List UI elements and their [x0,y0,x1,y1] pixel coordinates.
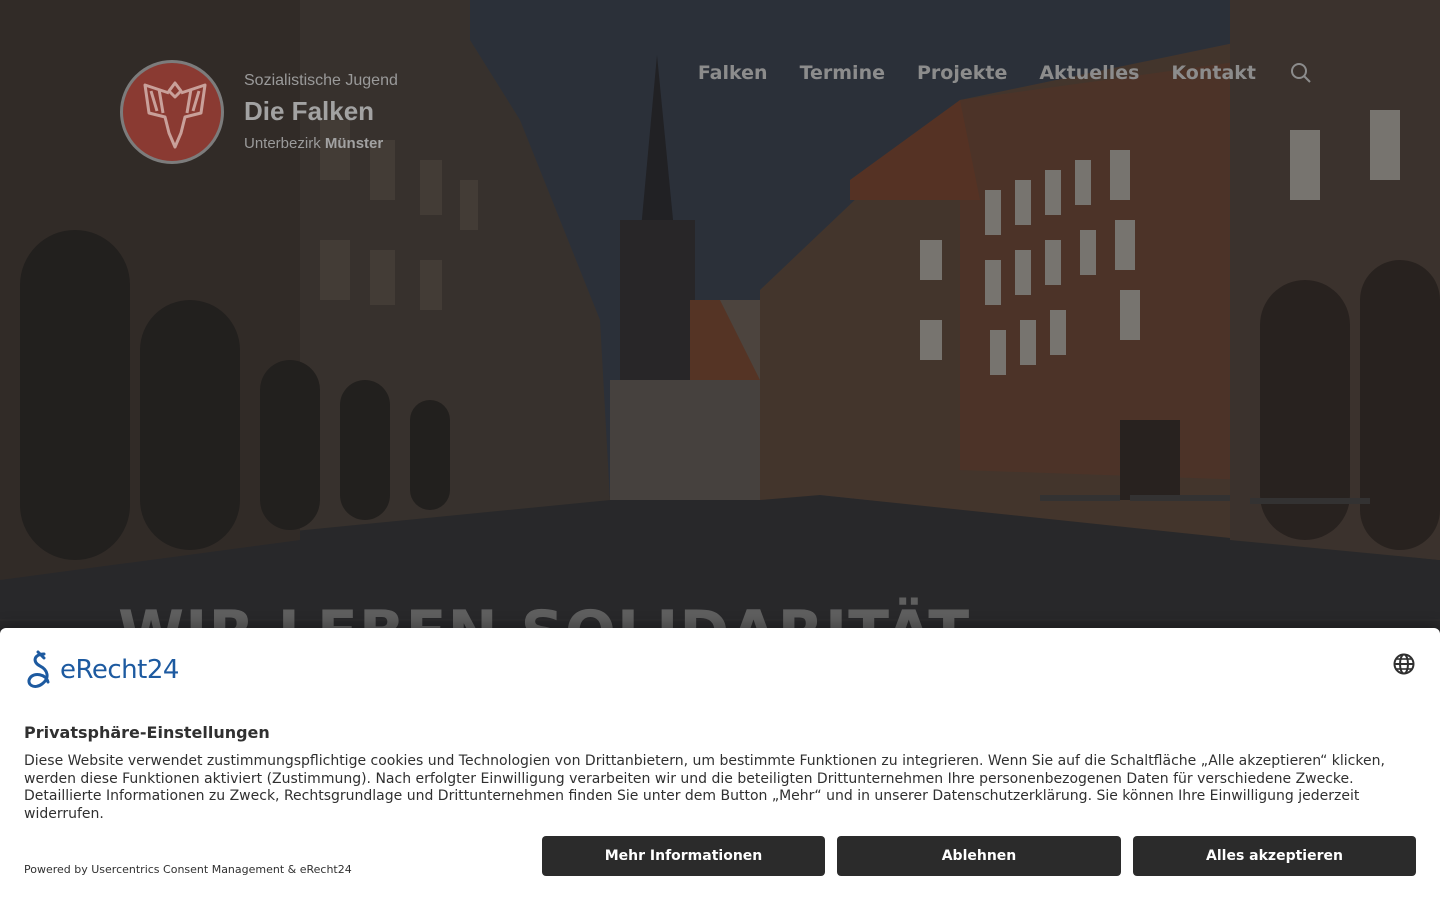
nav-item-projekte[interactable]: Projekte [917,62,1007,84]
decline-button[interactable]: Ablehnen [837,836,1121,876]
powered-by-text[interactable]: Powered by Usercentrics Consent Manageme… [24,863,352,876]
erecht24-logo-icon [27,650,50,688]
falcon-logo-icon [120,60,224,164]
logo-subtitle: Sozialistische Jugend [244,72,398,89]
site-logo[interactable]: Sozialistische Jugend Die Falken Unterbe… [120,60,420,165]
consent-description: Diese Website verwendet zustimmungspflic… [24,753,1385,822]
more-information-button[interactable]: Mehr Informationen [542,836,825,876]
accept-all-button[interactable]: Alles akzeptieren [1133,836,1416,876]
search-icon[interactable] [1290,62,1312,84]
erecht24-logo: eRecht24 [24,650,179,690]
nav-item-aktuelles[interactable]: Aktuelles [1039,62,1139,84]
main-navigation: Falken Termine Projekte Aktuelles Kontak… [698,62,1312,84]
nav-item-falken[interactable]: Falken [698,62,768,84]
nav-item-kontakt[interactable]: Kontakt [1171,62,1256,84]
consent-banner: eRecht24 Privatsphäre-Einstellungen Dies… [0,628,1440,900]
consent-title: Privatsphäre-Einstellungen [24,723,270,742]
logo-region: Unterbezirk Münster [244,135,384,152]
brand-name: eRecht24 [60,655,179,685]
language-globe-icon[interactable] [1392,652,1416,676]
logo-title: Die Falken [244,96,375,126]
nav-item-termine[interactable]: Termine [800,62,885,84]
